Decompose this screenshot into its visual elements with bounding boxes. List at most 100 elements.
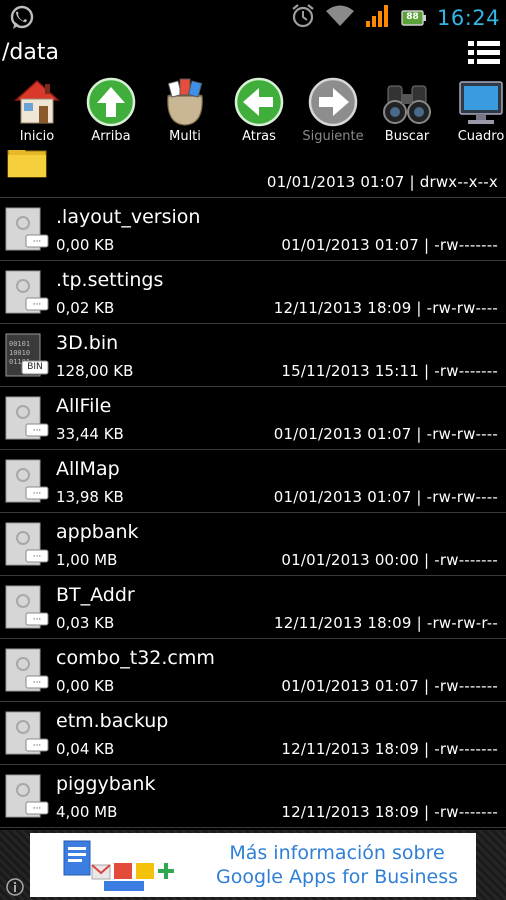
home-button[interactable]: Inicio (0, 72, 74, 150)
file-name: .tp.settings (56, 269, 164, 291)
monitor-icon (459, 81, 503, 124)
file-meta: 12/11/2013 18:09 | -rw-rw---- (273, 299, 498, 317)
search-button[interactable]: Buscar (370, 72, 444, 150)
alarm-icon (291, 3, 315, 33)
file-name: piggybank (56, 773, 156, 795)
list-menu-button[interactable] (468, 40, 500, 66)
file-row[interactable]: ··· etm.backup 0,04 KB 12/11/2013 18:09 … (0, 702, 506, 765)
file-icon: ··· (4, 585, 50, 629)
file-meta: 12/11/2013 18:09 | -rw------- (281, 803, 498, 821)
window-label: Cuadro (457, 129, 505, 144)
file-size: 128,00 KB (56, 362, 134, 380)
file-size: 1,00 MB (56, 551, 118, 569)
file-icon: ··· (4, 711, 50, 755)
google-apps-icon (63, 840, 174, 891)
wifi-icon (325, 4, 355, 32)
file-icon: ··· (4, 774, 50, 818)
file-row[interactable]: ··· .layout_version 0,00 KB 01/01/2013 0… (0, 198, 506, 261)
file-size: 0,02 KB (56, 299, 115, 317)
ad-line-1: Más información sobre (229, 842, 445, 864)
file-size: 0,03 KB (56, 614, 115, 632)
svg-text:···: ··· (33, 426, 42, 436)
file-name: AllMap (56, 458, 120, 480)
up-button[interactable]: Arriba (74, 72, 148, 150)
file-name: .layout_version (56, 206, 201, 228)
file-meta: 01/01/2013 00:00 | -rw------- (281, 551, 498, 569)
file-meta: 01/01/2013 01:07 | -rw------- (281, 236, 498, 254)
list-menu-icon (468, 41, 500, 64)
next-button[interactable]: Siguiente (296, 72, 370, 150)
current-path: /data (2, 40, 59, 65)
file-icon: ··· (4, 459, 50, 503)
file-row[interactable]: ··· .tp.settings 0,02 KB 12/11/2013 18:0… (0, 261, 506, 324)
file-row[interactable]: ··· combo_t32.cmm 0,00 KB 01/01/2013 01:… (0, 639, 506, 702)
file-name: AllFile (56, 395, 112, 417)
svg-text:10010: 10010 (9, 349, 30, 357)
file-meta: 01/01/2013 01:07 | -rw-rw---- (273, 425, 498, 443)
battery-icon: 88 (401, 8, 427, 28)
svg-text:···: ··· (33, 741, 42, 751)
svg-text:···: ··· (33, 237, 42, 247)
file-icon: ··· (4, 522, 50, 566)
file-meta: 01/01/2013 01:07 | drwx--x--x (266, 173, 498, 191)
status-bar: 88 16:24 (0, 0, 506, 36)
signal-icon (365, 4, 391, 32)
svg-text:···: ··· (33, 804, 42, 814)
status-clock: 16:24 (436, 6, 500, 30)
file-row[interactable]: ··· appbank 1,00 MB 01/01/2013 00:00 | -… (0, 513, 506, 576)
svg-text:···: ··· (33, 552, 42, 562)
file-meta: 15/11/2013 15:11 | -rw------- (281, 362, 498, 380)
file-name: BT_Addr (56, 584, 135, 606)
binary-file-icon: 00101 10010 01101 BIN (4, 333, 50, 377)
ad-line-2: Google Apps for Business (215, 866, 459, 888)
file-name: combo_t32.cmm (56, 647, 215, 669)
file-row-user[interactable]: user 01/01/2013 01:07 | drwx--x--x (0, 150, 506, 198)
svg-text:···: ··· (33, 678, 42, 688)
arrow-right-icon (308, 77, 358, 127)
window-button[interactable]: Cuadro (444, 72, 506, 150)
file-row[interactable]: ··· piggybank 4,00 MB 12/11/2013 18:09 |… (0, 765, 506, 828)
file-name: etm.backup (56, 710, 169, 732)
binoculars-icon (383, 85, 431, 124)
folder-icon (4, 150, 50, 181)
bin-badge: BIN (27, 362, 43, 372)
next-label: Siguiente (302, 129, 364, 144)
path-header: /data (0, 36, 506, 72)
file-row[interactable]: ··· AllFile 33,44 KB 01/01/2013 01:07 | … (0, 387, 506, 450)
battery-level: 88 (406, 12, 419, 22)
svg-text:00101: 00101 (9, 340, 30, 348)
up-label: Arriba (91, 129, 131, 144)
arrow-up-icon (86, 77, 136, 127)
back-label: Atras (242, 129, 276, 144)
file-icon: ··· (4, 396, 50, 440)
file-row[interactable]: ··· BT_Addr 0,03 KB 12/11/2013 18:09 | -… (0, 576, 506, 639)
file-size: 0,00 KB (56, 236, 115, 254)
file-name: appbank (56, 521, 139, 543)
file-list: user 01/01/2013 01:07 | drwx--x--x ··· .… (0, 150, 506, 830)
whatsapp-icon (8, 4, 36, 32)
file-name: user (56, 150, 97, 151)
file-meta: 12/11/2013 18:09 | -rw-rw-r-- (274, 614, 498, 632)
toolbar: Inicio Arriba Multi Atras Siguiente Busc… (0, 72, 506, 150)
file-row[interactable]: 00101 10010 01101 BIN 3D.bin 128,00 KB 1… (0, 324, 506, 387)
file-size: 4,00 MB (56, 803, 118, 821)
file-meta: 12/11/2013 18:09 | -rw------- (281, 740, 498, 758)
home-label: Inicio (19, 129, 55, 144)
multi-select-icon (167, 78, 203, 126)
ad-banner[interactable]: Más información sobre Google Apps for Bu… (30, 833, 476, 897)
home-icon (14, 79, 60, 124)
ad-bar: Más información sobre Google Apps for Bu… (0, 830, 506, 900)
file-name: 3D.bin (56, 332, 119, 354)
file-icon: ··· (4, 270, 50, 314)
multi-button[interactable]: Multi (148, 72, 222, 150)
multi-label: Multi (169, 129, 201, 144)
file-icon: ··· (4, 207, 50, 251)
back-button[interactable]: Atras (222, 72, 296, 150)
info-icon[interactable] (6, 878, 24, 896)
arrow-left-icon (234, 77, 284, 127)
svg-text:···: ··· (33, 489, 42, 499)
file-meta: 01/01/2013 01:07 | -rw-rw---- (273, 488, 498, 506)
file-size: 0,04 KB (56, 740, 115, 758)
file-size: 33,44 KB (56, 425, 124, 443)
file-row[interactable]: ··· AllMap 13,98 KB 01/01/2013 01:07 | -… (0, 450, 506, 513)
